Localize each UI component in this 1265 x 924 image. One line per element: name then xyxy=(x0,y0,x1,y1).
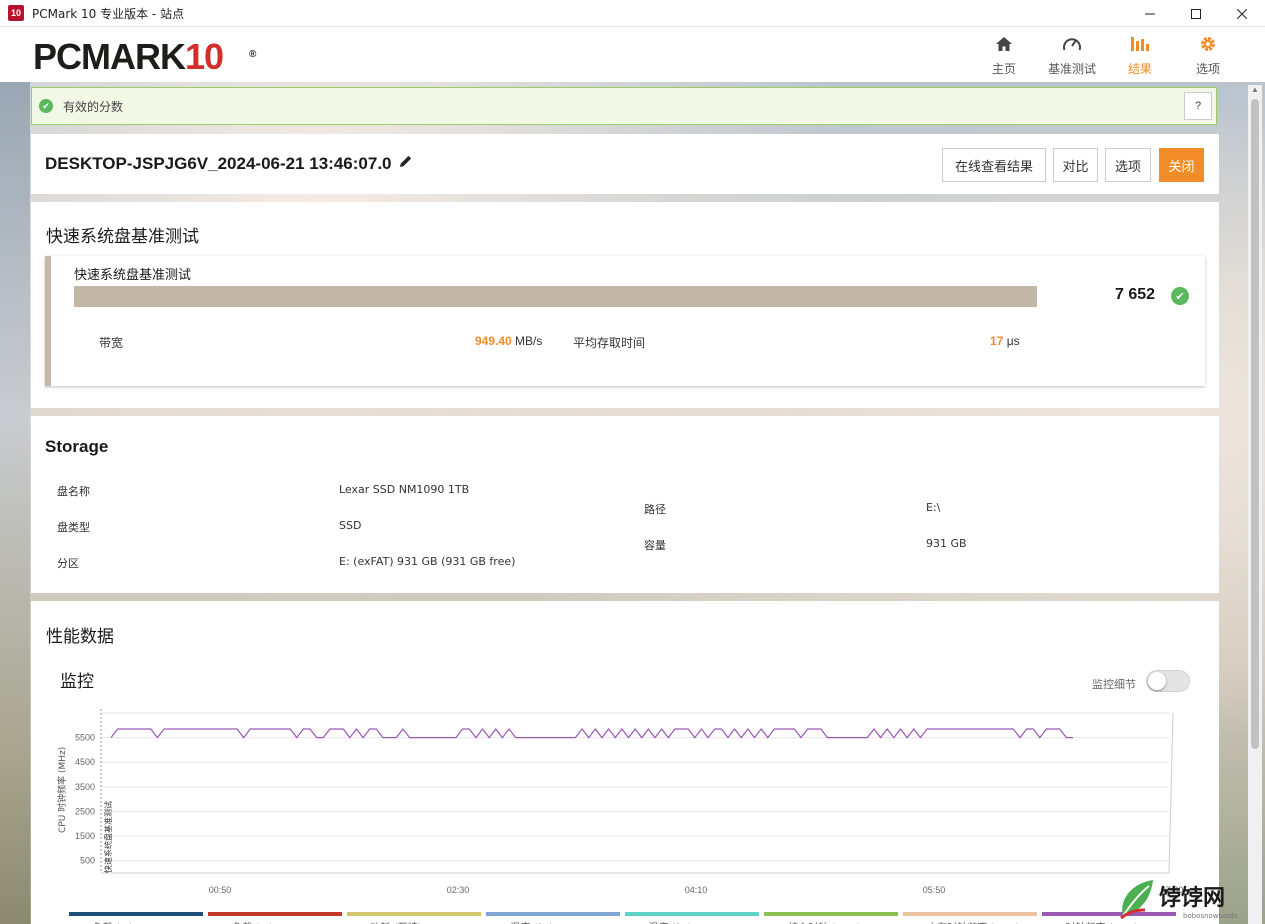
metric-value: 17 μs xyxy=(990,334,1020,348)
nav-home[interactable]: 主页 xyxy=(975,33,1033,77)
legend-item[interactable]: CPU 功耗 (瓦特) xyxy=(347,912,481,924)
scroll-up-arrow-icon[interactable]: ▲ xyxy=(1248,85,1262,97)
app-header: PCMARK10 ® 主页 基准测试 结果 选项 xyxy=(0,27,1265,82)
metric-value: 949.40 MB/s xyxy=(475,334,543,348)
maximize-button[interactable] xyxy=(1173,0,1219,27)
storage-key: 路径 xyxy=(644,503,666,516)
result-header: DESKTOP-JSPJG6V_2024-06-21 13:46:07.0 在线… xyxy=(31,134,1219,194)
result-name: DESKTOP-JSPJG6V_2024-06-21 13:46:07.0 xyxy=(45,154,392,173)
pcmark-logo: PCMARK10 ® xyxy=(33,36,256,77)
view-online-button[interactable]: 在线查看结果 xyxy=(942,148,1046,182)
y-tick-label: 3500 xyxy=(75,782,95,792)
storage-key: 盘名称 xyxy=(57,485,90,498)
window-controls xyxy=(1127,0,1265,27)
legend-label: CPU 负载 (%) xyxy=(69,919,203,924)
benchmark-section: 快速系统盘基准测试 快速系统盘基准测试 7 652 ✔ 带宽 949.40 MB… xyxy=(31,202,1219,408)
gauge-icon xyxy=(1043,33,1101,55)
y-tick-label: 5500 xyxy=(75,733,95,743)
legend-label: CPU 温度 (°C) xyxy=(625,919,759,924)
window-titlebar: 10 PCMark 10 专业版本 - 站点 xyxy=(0,0,1265,27)
legend-item[interactable]: GPU 核心时钟 (MHz) xyxy=(764,912,898,924)
y-tick-label: 500 xyxy=(80,856,95,866)
storage-value: Lexar SSD NM1090 1TB xyxy=(339,483,470,496)
x-tick-label: 02:30 xyxy=(447,885,470,895)
legend-swatch xyxy=(347,912,481,916)
benchmark-score: 7 652 xyxy=(1115,286,1156,303)
legend-item[interactable]: GPU 负载 (%) xyxy=(208,912,342,924)
storage-key: 盘类型 xyxy=(57,521,90,534)
legend-swatch xyxy=(903,912,1037,916)
metric-label: 平均存取时间 xyxy=(573,336,646,350)
close-window-button[interactable] xyxy=(1219,0,1265,27)
chart-annotation: 快速系统盘基准测试 xyxy=(103,801,113,873)
main-nav: 主页 基准测试 结果 选项 xyxy=(965,33,1237,77)
vertical-scrollbar[interactable]: ▲ xyxy=(1248,85,1262,924)
monitoring-chart: 500 1500 2500 3500 4500 5500 CPU 时钟频率 (MHz) 快速系… xyxy=(56,709,1183,895)
nav-options[interactable]: 选项 xyxy=(1179,33,1237,77)
y-axis-label: CPU 时钟频率 (MHz) xyxy=(56,747,68,833)
minimize-button[interactable] xyxy=(1127,0,1173,27)
check-circle-icon: ✔ xyxy=(1171,287,1189,305)
legend-label: GPU 核心时钟 (MHz) xyxy=(764,919,898,924)
series-line xyxy=(110,728,1073,739)
nav-benchmarks[interactable]: 基准测试 xyxy=(1043,33,1101,77)
x-tick-label: 05:50 xyxy=(923,885,946,895)
legend-label: GPU 内存时钟频率 (MHz) xyxy=(903,919,1037,924)
storage-value: E: (exFAT) 931 GB (931 GB free) xyxy=(339,555,516,568)
home-icon xyxy=(975,33,1033,55)
storage-key: 分区 xyxy=(57,557,79,570)
benchmark-card: 快速系统盘基准测试 7 652 ✔ 带宽 949.40 MB/s 平均存取时间 … xyxy=(45,256,1205,386)
y-tick-label: 2500 xyxy=(75,806,95,816)
edit-pencil-icon[interactable] xyxy=(399,154,413,171)
close-icon xyxy=(1237,8,1247,19)
watermark-logo: 饽饽网 bobosnowboots xyxy=(1115,876,1263,922)
card-title: 快速系统盘基准测试 xyxy=(74,268,192,283)
help-button[interactable]: ? xyxy=(1184,92,1212,120)
section-title: 快速系统盘基准测试 xyxy=(46,227,199,247)
metric-label: 带宽 xyxy=(99,336,124,350)
legend-swatch xyxy=(69,912,203,916)
y-tick-label: 4500 xyxy=(75,757,95,767)
x-tick-label: 00:50 xyxy=(209,885,232,895)
legend-item[interactable]: CPU 温度 (°C) xyxy=(625,912,759,924)
legend-swatch xyxy=(486,912,620,916)
legend-item[interactable]: GPU 内存时钟频率 (MHz) xyxy=(903,912,1037,924)
section-title: Storage xyxy=(45,437,109,456)
storage-key: 容量 xyxy=(644,539,666,552)
legend-swatch xyxy=(208,912,342,916)
banner-text: 有效的分数 xyxy=(63,99,124,114)
gear-icon xyxy=(1179,33,1237,55)
maximize-icon xyxy=(1191,8,1201,19)
window-title: PCMark 10 专业版本 - 站点 xyxy=(32,6,185,21)
options-button[interactable]: 选项 xyxy=(1105,148,1151,182)
storage-value: 931 GB xyxy=(926,537,967,550)
storage-section: Storage 盘名称 Lexar SSD NM1090 1TB 盘类型 SSD… xyxy=(31,416,1219,593)
legend-swatch xyxy=(625,912,759,916)
close-result-button[interactable]: 关闭 xyxy=(1159,148,1204,182)
legend-item[interactable]: GPU 温度 (°C) xyxy=(486,912,620,924)
compare-button[interactable]: 对比 xyxy=(1053,148,1098,182)
y-tick-label: 1500 xyxy=(75,831,95,841)
legend-label: GPU 负载 (%) xyxy=(208,919,342,924)
legend-label: GPU 温度 (°C) xyxy=(486,919,620,924)
leaf-logo-icon xyxy=(1120,880,1153,920)
score-bar xyxy=(74,286,1037,307)
storage-value: SSD xyxy=(339,519,362,532)
legend-item[interactable]: CPU 负载 (%) xyxy=(69,912,203,924)
x-tick-label: 04:10 xyxy=(685,885,708,895)
app-icon: 10 xyxy=(8,5,24,21)
nav-results[interactable]: 结果 xyxy=(1111,33,1169,77)
legend-label: CPU 功耗 (瓦特) xyxy=(347,919,481,924)
bar-chart-icon xyxy=(1111,33,1169,55)
legend-swatch xyxy=(764,912,898,916)
check-circle-icon: ✔ xyxy=(39,99,53,113)
x-axis-edge xyxy=(1168,712,1174,874)
storage-value: E:\ xyxy=(926,501,941,514)
performance-section: 性能数据 监控 监控细节 500 1500 2500 3500 4500 5500 CPU … xyxy=(31,601,1219,924)
scrollbar-thumb[interactable] xyxy=(1251,99,1259,749)
valid-score-banner: ✔ 有效的分数 ? xyxy=(31,87,1217,125)
minimize-icon xyxy=(1145,13,1155,14)
